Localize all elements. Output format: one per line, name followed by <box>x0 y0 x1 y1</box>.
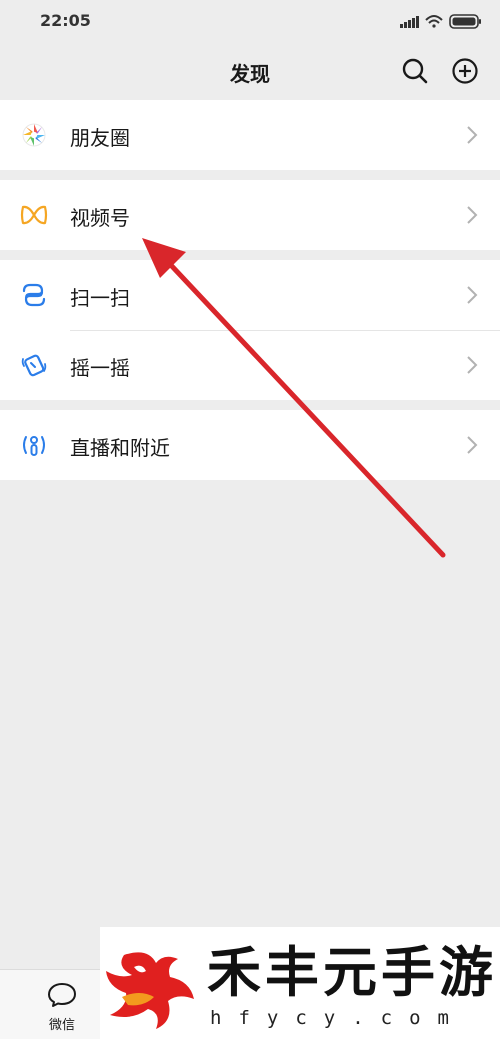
menu-item-scan[interactable]: 扫一扫 <box>0 260 500 330</box>
nav-bar: 发现 <box>0 42 500 100</box>
battery-icon <box>449 14 481 29</box>
chevron-right-icon <box>467 356 478 374</box>
search-icon[interactable] <box>400 56 430 86</box>
plus-circle-icon[interactable] <box>450 56 480 86</box>
menu-item-live-nearby[interactable]: 直播和附近 <box>0 410 500 480</box>
watermark-name-text: 禾丰元手游 <box>207 941 497 1004</box>
watermark-name: 禾丰元手游 <box>206 940 497 1005</box>
status-time: 22:05 <box>40 11 91 30</box>
chevron-right-icon <box>467 206 478 224</box>
status-bar: 22:05 <box>0 0 500 42</box>
menu-item-label: 扫一扫 <box>70 286 130 310</box>
group-channels: 视频号 <box>0 180 500 250</box>
watermark: 禾丰元手游 hfycy.com <box>100 927 500 1039</box>
menu-item-label: 朋友圈 <box>70 126 130 150</box>
shake-icon <box>21 354 47 377</box>
channels-icon <box>20 205 48 225</box>
dragon-logo <box>106 952 194 1029</box>
group-nearby: 直播和附近 <box>0 410 500 480</box>
chevron-right-icon <box>467 436 478 454</box>
group-moments: 朋友圈 <box>0 100 500 170</box>
tab-label: 微信 <box>48 1018 75 1033</box>
live-nearby-icon <box>23 436 45 456</box>
chat-bubble-icon <box>48 983 76 1007</box>
status-icons <box>400 14 481 29</box>
menu-item-shake[interactable]: 摇一摇 <box>0 330 500 400</box>
signal-icon <box>400 16 419 28</box>
menu-item-moments[interactable]: 朋友圈 <box>0 100 500 170</box>
chevron-right-icon <box>467 126 478 144</box>
tab-chats[interactable]: 微信 <box>30 970 94 1039</box>
menu-item-channels[interactable]: 视频号 <box>0 180 500 250</box>
menu-item-label: 摇一摇 <box>70 356 130 380</box>
wifi-icon <box>425 15 443 28</box>
watermark-url: hfycy.com <box>210 1007 466 1029</box>
scan-icon <box>22 283 46 307</box>
menu-item-label: 直播和附近 <box>70 436 170 460</box>
menu-item-label: 视频号 <box>70 206 130 230</box>
chevron-right-icon <box>467 286 478 304</box>
moments-icon <box>22 123 46 147</box>
group-scan-shake: 扫一扫 摇一摇 <box>0 260 500 400</box>
